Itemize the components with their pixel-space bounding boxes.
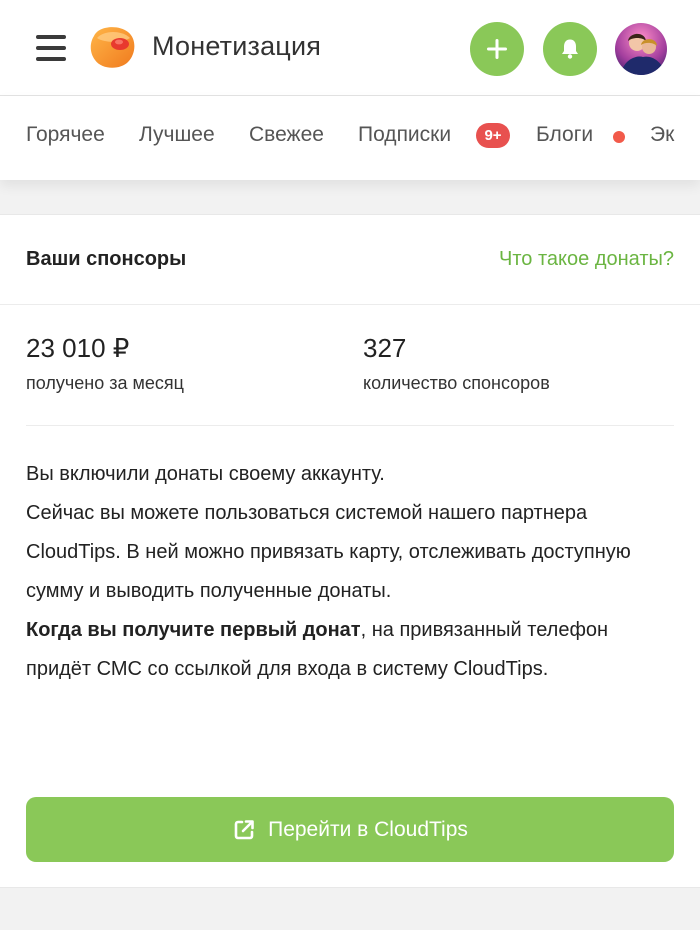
divider <box>26 425 674 426</box>
hamburger-menu-icon[interactable] <box>34 31 68 65</box>
description-line: Вы включили донаты своему аккаунту. <box>26 463 385 485</box>
description-bold-lead: Когда вы получите первый донат <box>26 619 361 641</box>
cta-label: Перейти в CloudTips <box>268 817 468 841</box>
sponsors-card-header: Ваши спонсоры Что такое донаты? <box>0 215 700 305</box>
donations-description: Вы включили донаты своему аккаунту. Сейч… <box>26 455 676 689</box>
monthly-received-value: 23 010 ₽ <box>26 333 130 363</box>
top-app-bar: Монетизация <box>0 0 700 96</box>
tab-blogs[interactable]: Блоги <box>536 123 593 147</box>
sponsors-count-value: 327 <box>363 333 407 363</box>
tab-fresh[interactable]: Свежее <box>249 123 324 147</box>
card-title: Ваши спонсоры <box>26 248 187 270</box>
feed-tabs: Горячее Лучшее Свежее Подписки 9+ Блоги … <box>0 96 700 180</box>
blogs-unread-dot <box>613 131 625 143</box>
add-post-button[interactable] <box>470 22 524 76</box>
plus-icon <box>487 39 507 59</box>
tab-hot[interactable]: Горячее <box>26 123 105 147</box>
tab-more[interactable]: Эк <box>650 123 674 147</box>
sponsors-card: Ваши спонсоры Что такое донаты? 23 010 ₽… <box>0 214 700 888</box>
monthly-received-label: получено за месяц <box>26 373 184 393</box>
tab-subscriptions[interactable]: Подписки <box>358 123 451 147</box>
bell-icon <box>562 39 578 59</box>
external-link-icon <box>234 819 254 839</box>
notifications-button[interactable] <box>543 22 597 76</box>
description-paragraph: Сейчас вы можете пользоваться системой н… <box>26 502 631 602</box>
tab-best[interactable]: Лучшее <box>139 123 215 147</box>
what-are-donations-link[interactable]: Что такое донаты? <box>499 248 674 271</box>
pikabu-logo-icon[interactable] <box>88 24 138 72</box>
subscriptions-count-badge: 9+ <box>476 123 510 148</box>
sponsors-count-label: количество спонсоров <box>363 373 550 393</box>
user-avatar[interactable] <box>615 23 667 75</box>
description-note: Когда вы получите первый донат, на привя… <box>26 611 676 689</box>
page-title: Монетизация <box>152 31 322 61</box>
go-to-cloudtips-button[interactable]: Перейти в CloudTips <box>26 797 674 862</box>
